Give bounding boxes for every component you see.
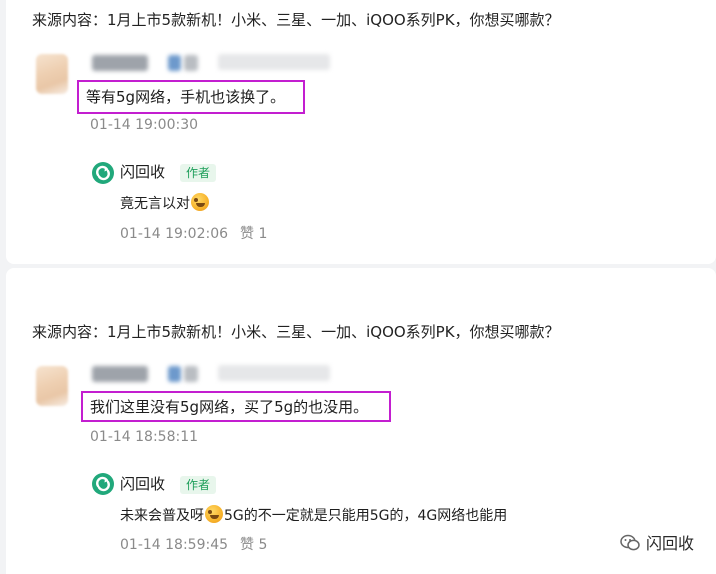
blurred-badge-text xyxy=(184,55,198,71)
blurred-user-info xyxy=(218,365,330,381)
comment-card: 来源内容：1月上市5款新机！小米、三星、一加、iQOO系列PK，你想买哪款？ 等… xyxy=(6,0,716,264)
comment-text: 我们这里没有5g网络，买了5g的也没用。 xyxy=(90,398,369,416)
author-name[interactable]: 闪回收 xyxy=(120,474,165,494)
wechat-icon xyxy=(620,534,640,556)
reply-text-part: 5G的不一定就是只能用5G的，4G网络也能用 xyxy=(224,508,508,524)
comment-text: 等有5g网络，手机也该换了。 xyxy=(86,88,286,106)
reply-text: 未来会普及呀 5G的不一定就是只能用5G的，4G网络也能用 xyxy=(120,505,507,526)
comment-time: 01-14 19:00:30 xyxy=(90,117,199,133)
blurred-username[interactable] xyxy=(92,366,148,382)
blurred-badge-text xyxy=(184,366,198,382)
avatar[interactable] xyxy=(36,54,68,94)
comment-card: 来源内容：1月上市5款新机！小米、三星、一加、iQOO系列PK，你想买哪款？ 我… xyxy=(6,268,716,574)
blurred-badge-icon xyxy=(168,55,181,71)
source-content[interactable]: 来源内容：1月上市5款新机！小米、三星、一加、iQOO系列PK，你想买哪款？ xyxy=(32,10,560,30)
facepalm-emoji-icon xyxy=(191,193,209,211)
comment-time: 01-14 18:58:11 xyxy=(90,429,199,445)
author-badge: 作者 xyxy=(180,476,217,494)
avatar[interactable] xyxy=(36,366,68,406)
like-count[interactable]: 赞 1 xyxy=(240,226,267,242)
reply-time: 01-14 18:59:45 xyxy=(120,537,229,553)
watermark-text: 闪回收 xyxy=(645,534,694,553)
watermark: 闪回收 xyxy=(620,530,694,556)
blurred-username[interactable] xyxy=(92,55,148,71)
reply-meta: 01-14 19:02:06 赞 1 xyxy=(120,225,267,243)
reply-meta: 01-14 18:59:45 赞 5 xyxy=(120,536,267,554)
author-badge: 作者 xyxy=(180,164,217,182)
reply-text-part: 未来会普及呀 xyxy=(120,508,204,524)
blurred-user-info xyxy=(218,54,330,70)
shanhuishou-logo-icon[interactable] xyxy=(92,473,114,495)
reply-text-part: 竟无言以对 xyxy=(120,196,190,212)
reply-time: 01-14 19:02:06 xyxy=(120,226,229,242)
like-count[interactable]: 赞 5 xyxy=(240,537,267,553)
facepalm-emoji-icon xyxy=(205,505,223,523)
reply-text: 竟无言以对 xyxy=(120,193,210,214)
author-name[interactable]: 闪回收 xyxy=(120,162,165,182)
shanhuishou-logo-icon[interactable] xyxy=(92,162,114,184)
source-content[interactable]: 来源内容：1月上市5款新机！小米、三星、一加、iQOO系列PK，你想买哪款？ xyxy=(32,322,560,342)
blurred-badge-icon xyxy=(168,366,181,382)
